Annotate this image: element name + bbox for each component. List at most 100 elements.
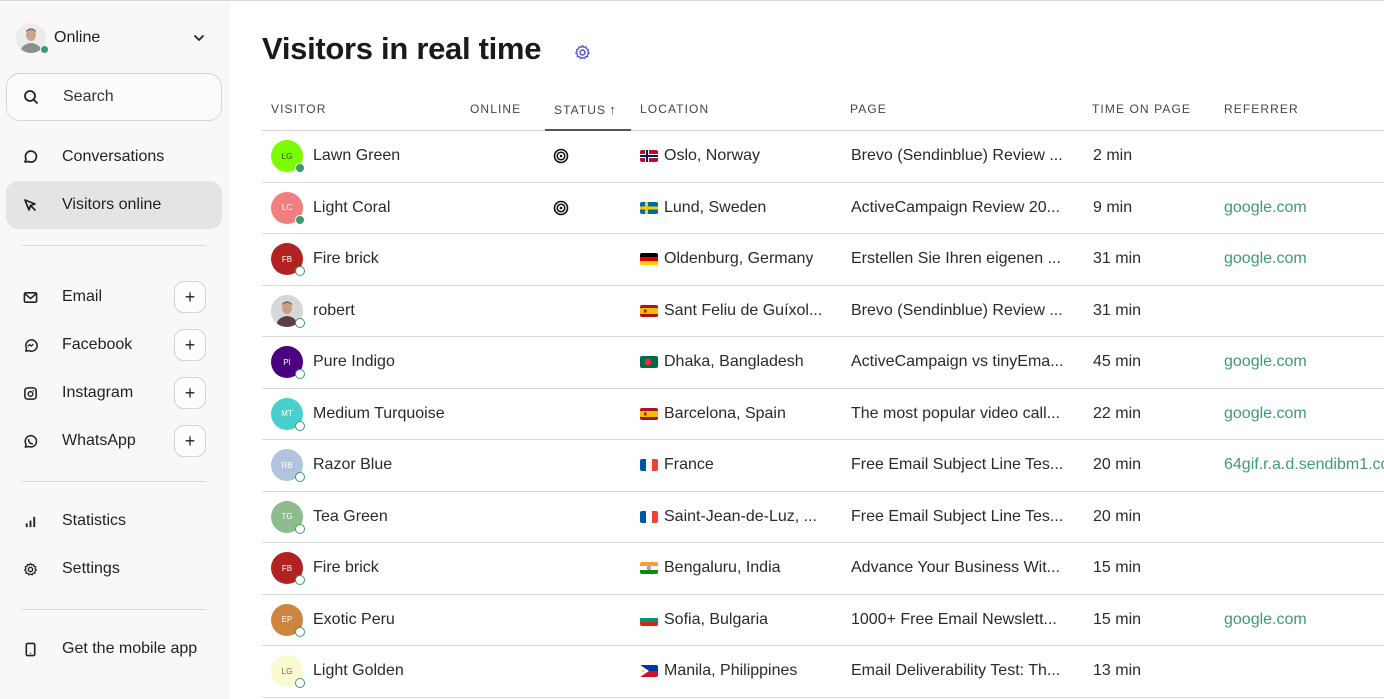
location-cell: Barcelona, Spain	[640, 389, 835, 440]
column-header-page[interactable]: PAGE	[850, 102, 887, 116]
mobile-app-label: Get the mobile app	[62, 640, 198, 657]
time-on-page-text: 22 min	[1093, 404, 1142, 422]
flag-in-icon	[640, 562, 658, 575]
add-instagram-button[interactable]: +	[174, 377, 206, 409]
status-selector[interactable]: Online	[16, 21, 216, 55]
flag-bg-icon	[640, 613, 658, 626]
page-cell: ActiveCampaign vs tinyEma...	[851, 337, 1079, 388]
away-indicator	[295, 523, 305, 534]
add-facebook-button[interactable]: +	[174, 329, 206, 361]
bar-chart-icon	[22, 513, 38, 529]
location-text: Sofia, Bulgaria	[664, 610, 769, 628]
status-cell	[553, 440, 583, 491]
sidebar-item-conversations[interactable]: Conversations	[6, 133, 222, 181]
page-cell: Advance Your Business Wit...	[851, 543, 1079, 594]
page-title-text: ActiveCampaign vs tinyEma...	[851, 353, 1064, 371]
referrer-cell	[1224, 492, 1384, 543]
sidebar-item-label: Visitors online	[62, 196, 162, 213]
avatar-initials: FB	[281, 563, 293, 573]
sidebar-item-whatsapp[interactable]: WhatsApp +	[6, 417, 222, 465]
status-cell	[553, 492, 583, 543]
status-cell	[553, 286, 583, 337]
table-row[interactable]: TG Tea Green Saint-Jean-de-Luz, ... Free…	[262, 492, 1384, 543]
sidebar-item-statistics[interactable]: Statistics	[6, 497, 222, 545]
page-cell: 1000+ Free Email Newslett...	[851, 595, 1079, 646]
page-title-text: Erstellen Sie Ihren eigenen ...	[851, 250, 1061, 268]
column-header-referrer[interactable]: REFERRER	[1224, 102, 1299, 116]
referrer-cell: google.com	[1224, 595, 1384, 646]
table-row[interactable]: robert Sant Feliu de Guíxol... Brevo (Se…	[262, 286, 1384, 337]
referrer-link[interactable]: google.com	[1224, 199, 1307, 217]
search-label: Search	[63, 88, 114, 105]
table-row[interactable]: LG Lawn Green Oslo, Norway Brevo (Sendin…	[262, 131, 1384, 183]
avatar: RB	[271, 449, 305, 483]
online-indicator	[40, 45, 49, 54]
column-header-status-label: STATUS	[554, 103, 607, 117]
sidebar-item-email[interactable]: Email +	[6, 273, 222, 321]
flag-es-icon	[640, 304, 658, 317]
table-row[interactable]: LC Light Coral Lund, Sweden ActiveCampai…	[262, 183, 1384, 234]
sort-ascending-arrow-icon: ↑	[609, 102, 617, 117]
time-on-page-text: 20 min	[1093, 507, 1142, 525]
add-whatsapp-button[interactable]: +	[174, 425, 206, 457]
table-row[interactable]: EP Exotic Peru Sofia, Bulgaria 1000+ Fre…	[262, 595, 1384, 646]
referrer-cell: google.com	[1224, 183, 1384, 234]
page-title: Visitors in real time	[262, 31, 542, 66]
visitor-settings-gear-icon[interactable]	[574, 44, 591, 61]
page-cell: Brevo (Sendinblue) Review ...	[851, 131, 1079, 182]
visitor-cell: PI Pure Indigo	[271, 337, 471, 388]
add-email-button[interactable]: +	[174, 281, 206, 313]
location-text: France	[664, 456, 714, 474]
location-cell: Oslo, Norway	[640, 131, 835, 182]
page-cell: Erstellen Sie Ihren eigenen ...	[851, 234, 1079, 285]
column-header-visitor[interactable]: VISITOR	[271, 102, 327, 116]
sidebar-item-instagram[interactable]: Instagram +	[6, 369, 222, 417]
referrer-cell: google.com	[1224, 337, 1384, 388]
cursor-arrow-icon	[22, 197, 38, 213]
table-row[interactable]: PI Pure Indigo Dhaka, Bangladesh ActiveC…	[262, 337, 1384, 389]
table-header: VISITOR ONLINE STATUS ↑ LOCATION PAGE TIM…	[262, 89, 1384, 131]
referrer-link[interactable]: google.com	[1224, 611, 1307, 629]
table-row[interactable]: FB Fire brick Bengaluru, India Advance Y…	[262, 543, 1384, 595]
column-header-time-on-page[interactable]: TIME ON PAGE	[1092, 102, 1191, 116]
location-text: Sant Feliu de Guíxol...	[664, 301, 823, 319]
chevron-down-icon[interactable]	[192, 31, 206, 45]
time-on-page-text: 31 min	[1093, 250, 1142, 268]
page-title-text: Email Deliverability Test: Th...	[851, 662, 1061, 680]
table-row[interactable]: RB Razor Blue France Free Email Subject …	[262, 440, 1384, 492]
referrer-link[interactable]: 64gif.r.a.d.sendibm1.com	[1224, 456, 1384, 474]
referrer-link[interactable]: google.com	[1224, 405, 1307, 423]
away-indicator	[295, 575, 305, 586]
time-on-page-text: 9 min	[1093, 198, 1133, 216]
sidebar-item-settings[interactable]: Settings	[6, 545, 222, 593]
search-button[interactable]: Search	[6, 73, 222, 121]
time-on-page-text: 15 min	[1093, 559, 1142, 577]
visitor-name: Medium Turquoise	[313, 404, 445, 422]
column-header-status[interactable]: STATUS ↑	[554, 102, 617, 117]
avatar: LG	[271, 655, 305, 689]
target-status-icon	[553, 200, 569, 216]
referrer-link[interactable]: google.com	[1224, 353, 1307, 371]
referrer-link[interactable]: google.com	[1224, 250, 1307, 268]
page-cell: The most popular video call...	[851, 389, 1079, 440]
page-title-text: 1000+ Free Email Newslett...	[851, 610, 1057, 628]
avatar-initials: RB	[281, 460, 293, 470]
column-header-location[interactable]: LOCATION	[640, 102, 709, 116]
table-row[interactable]: FB Fire brick Oldenburg, Germany Erstell…	[262, 234, 1384, 286]
referrer-cell: google.com	[1224, 234, 1384, 285]
sidebar-item-facebook[interactable]: Facebook +	[6, 321, 222, 369]
sidebar-item-visitors-online[interactable]: Visitors online	[6, 181, 222, 229]
get-mobile-app-link[interactable]: Get the mobile app	[6, 625, 222, 673]
sidebar-item-label: Statistics	[62, 512, 127, 529]
column-header-online[interactable]: ONLINE	[470, 102, 521, 116]
sidebar-item-label: WhatsApp	[62, 432, 136, 449]
visitor-name: robert	[313, 301, 355, 319]
time-on-page-cell: 20 min	[1093, 440, 1213, 491]
table-row[interactable]: MT Medium Turquoise Barcelona, Spain The…	[262, 389, 1384, 440]
avatar-initials: LC	[281, 203, 293, 213]
table-row[interactable]: LG Light Golden Manila, Philippines Emai…	[262, 646, 1384, 698]
visitor-cell: TG Tea Green	[271, 492, 471, 543]
status-cell	[553, 337, 583, 388]
location-text: Dhaka, Bangladesh	[664, 353, 804, 371]
away-indicator	[295, 266, 305, 277]
